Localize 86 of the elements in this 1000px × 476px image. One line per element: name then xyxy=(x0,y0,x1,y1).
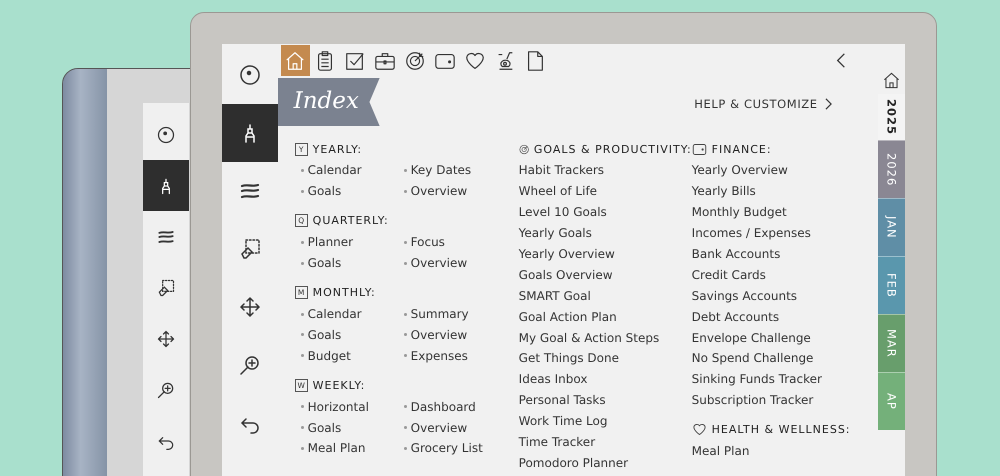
index-link[interactable]: SMART Goal xyxy=(518,288,591,303)
bullet-icon xyxy=(300,240,304,244)
index-link[interactable]: Subscription Tracker xyxy=(692,393,814,408)
index-link[interactable]: Calendar xyxy=(308,307,362,321)
side-tab[interactable]: JAN xyxy=(878,198,905,256)
index-link[interactable]: Horizontal xyxy=(308,400,369,414)
index-link[interactable]: Time Tracker xyxy=(518,435,596,450)
index-link[interactable]: Expenses xyxy=(410,348,468,363)
index-link[interactable]: Goals xyxy=(308,420,342,435)
bullet-icon xyxy=(300,262,304,265)
bullet-icon xyxy=(404,262,407,265)
index-link[interactable]: Overview xyxy=(410,420,468,435)
index-link[interactable]: Overview xyxy=(410,256,468,270)
bullet-icon xyxy=(404,354,407,358)
index-link[interactable]: Yearly Overview xyxy=(518,247,615,261)
bullet-icon xyxy=(404,446,407,450)
index-link[interactable]: Yearly Bills xyxy=(692,184,756,198)
bullet-icon xyxy=(300,426,304,430)
index-link[interactable]: Focus xyxy=(410,235,445,250)
section-heading: MONTHLY: xyxy=(312,286,376,300)
heart-icon xyxy=(692,422,707,438)
bullet-icon xyxy=(404,333,407,336)
section-heading: GOALS & PRODUCTIVITY: xyxy=(534,142,692,156)
help-customize-link[interactable]: HELP & CUSTOMIZE xyxy=(694,97,832,111)
index-link[interactable]: Ideas Inbox xyxy=(518,372,588,386)
index-link[interactable]: Key Dates xyxy=(410,163,472,178)
bullet-icon xyxy=(300,312,304,316)
index-link[interactable]: Envelope Challenge xyxy=(692,330,811,345)
bullet-icon xyxy=(404,426,407,430)
index-link[interactable]: Goals xyxy=(308,328,342,342)
index-link[interactable]: Budget xyxy=(308,348,351,363)
index-link[interactable]: Grocery List xyxy=(410,441,483,456)
index-link[interactable]: Work Time Log xyxy=(518,414,608,428)
pen-tool-icon[interactable] xyxy=(143,160,189,211)
index-link[interactable]: Incomes / Expenses xyxy=(692,226,811,240)
index-link[interactable]: Debt Accounts xyxy=(692,310,780,324)
index-title-banner: Index xyxy=(278,78,380,126)
bullet-icon xyxy=(300,333,304,336)
index-link[interactable]: My Goal & Action Steps xyxy=(518,330,660,345)
index-link[interactable]: Yearly Overview xyxy=(692,163,788,178)
pen-tool-icon[interactable] xyxy=(222,104,278,162)
chevron-right-icon xyxy=(824,98,832,110)
bullet-icon xyxy=(300,354,304,358)
index-link[interactable]: Personal Tasks xyxy=(518,393,606,408)
side-tab[interactable]: 2026 xyxy=(878,140,905,198)
index-link[interactable]: Sinking Funds Tracker xyxy=(692,372,822,386)
bullet-icon xyxy=(300,190,304,193)
section-heading: QUARTERLY: xyxy=(312,214,389,228)
index-link[interactable]: Credit Cards xyxy=(692,268,766,282)
bullet-icon xyxy=(404,168,407,172)
index-link[interactable]: Planner xyxy=(308,235,354,250)
index-link[interactable]: Get Things Done xyxy=(518,351,619,366)
bullet-icon xyxy=(404,240,407,244)
section-heading: YEARLY: xyxy=(312,142,362,156)
section-heading: FINANCE: xyxy=(712,142,772,156)
index-link[interactable]: Dashboard xyxy=(410,400,476,414)
section-heading: HEALTH & WELLNESS: xyxy=(712,423,851,436)
index-link[interactable]: Calendar xyxy=(308,163,362,178)
bullet-icon xyxy=(404,312,407,316)
bullet-icon xyxy=(300,168,304,172)
index-link[interactable]: Meal Plan xyxy=(692,444,750,458)
index-link[interactable]: Savings Accounts xyxy=(692,288,798,303)
bullet-icon xyxy=(300,446,304,450)
index-link[interactable]: Yearly Goals xyxy=(518,226,592,240)
index-link[interactable]: Goals Overview xyxy=(518,268,613,282)
index-link[interactable]: Overview xyxy=(410,184,468,198)
index-link[interactable]: No Spend Challenge xyxy=(692,351,814,366)
index-link[interactable]: Wheel of Life xyxy=(518,184,598,198)
home-icon[interactable] xyxy=(882,71,901,90)
index-link[interactable]: Goals xyxy=(308,256,342,270)
wallet-icon xyxy=(692,142,707,156)
index-link[interactable]: Goals xyxy=(308,184,342,198)
index-link[interactable]: Bank Accounts xyxy=(692,247,780,261)
index-link[interactable]: Monthly Budget xyxy=(692,205,787,220)
index-link[interactable]: Summary xyxy=(410,307,469,321)
index-link[interactable]: Meal Plan xyxy=(308,441,366,456)
bullet-icon xyxy=(404,190,407,193)
index-link[interactable]: Goal Action Plan xyxy=(518,310,617,324)
index-link[interactable]: Overview xyxy=(410,328,468,342)
index-link[interactable]: Habit Trackers xyxy=(518,163,604,178)
index-link[interactable]: Pomodoro Planner xyxy=(518,456,628,470)
bullet-icon xyxy=(404,405,407,408)
back-chevron-icon[interactable] xyxy=(836,52,846,68)
bullet-icon xyxy=(300,405,304,408)
section-heading: WEEKLY: xyxy=(312,378,366,392)
index-link[interactable]: Level 10 Goals xyxy=(518,205,607,220)
